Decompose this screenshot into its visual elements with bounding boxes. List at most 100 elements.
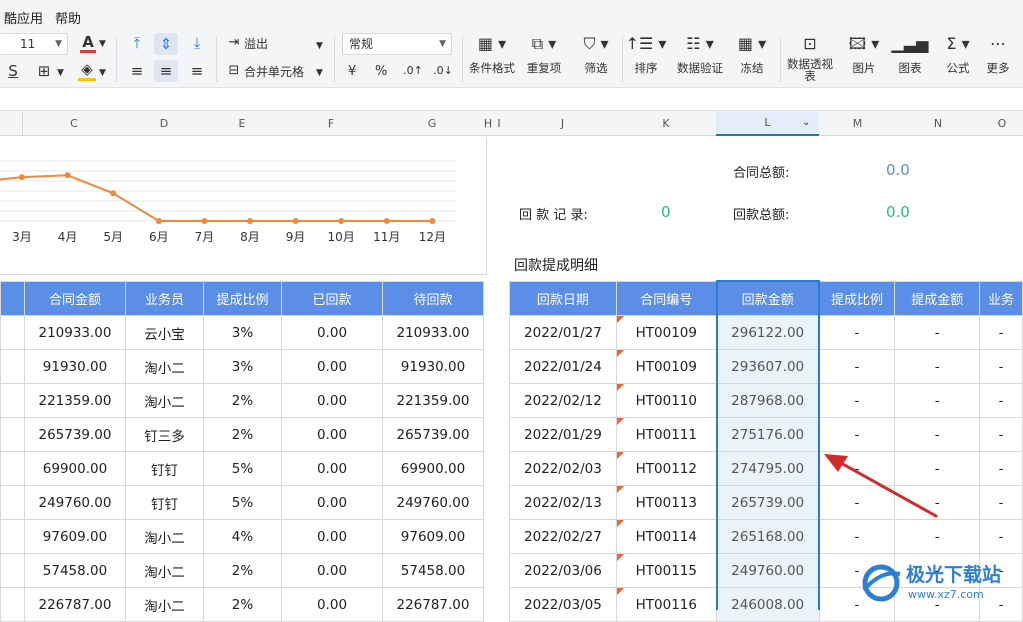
table-cell[interactable]: 57458.00 [24, 553, 126, 588]
table-cell[interactable]: 265168.00 [715, 519, 820, 554]
chevron-down-icon[interactable]: ▼ [316, 64, 323, 82]
decimal-decrease-icon[interactable]: .0↓ [432, 62, 454, 80]
row-lead-cell[interactable] [0, 315, 25, 350]
overflow-label[interactable]: 溢出 [244, 36, 268, 52]
column-header-cell[interactable]: 待回款 [382, 281, 484, 316]
table-cell[interactable]: - [818, 383, 896, 418]
column-header-cell[interactable]: 合同金额 [24, 281, 126, 316]
column-header-cell[interactable]: 回款金额 [715, 281, 820, 316]
table-cell[interactable]: - [979, 383, 1023, 418]
row-lead-cell[interactable] [0, 519, 25, 554]
column-header-e[interactable]: E [203, 117, 281, 130]
table-cell[interactable]: 4% [203, 519, 282, 554]
menu-item-help[interactable]: 帮助 [55, 8, 81, 27]
column-header-cell[interactable]: 业务员 [125, 281, 204, 316]
table-cell[interactable]: 210933.00 [24, 315, 126, 350]
strikethrough-icon[interactable]: S [5, 62, 21, 80]
table-cell[interactable]: 0.00 [281, 315, 383, 350]
table-cell[interactable]: 0.00 [281, 451, 383, 486]
chart-point[interactable] [64, 172, 71, 179]
fill-color-icon[interactable]: ◈ [78, 60, 96, 81]
table-cell[interactable]: 3% [203, 315, 282, 350]
column-header-d[interactable]: D [125, 117, 203, 130]
table-cell[interactable]: 0.00 [281, 587, 383, 622]
align-middle-icon[interactable]: ⇕ [154, 33, 178, 55]
font-color-icon[interactable]: A [80, 34, 96, 53]
table-cell[interactable]: 221359.00 [382, 383, 484, 418]
currency-button[interactable]: ¥ [348, 64, 356, 80]
table-cell[interactable]: 226787.00 [24, 587, 126, 622]
monthly-line-chart[interactable]: 3月 4月 5月 6月 7月 8月 9月 10月 11月 12月 [0, 137, 487, 275]
row-lead-cell[interactable] [0, 349, 25, 384]
table-cell[interactable]: 2022/01/24 [509, 349, 617, 384]
table-cell[interactable]: 249760.00 [715, 553, 820, 588]
chart-point[interactable] [247, 218, 253, 224]
table-cell[interactable]: 69900.00 [24, 451, 126, 486]
column-header-f[interactable]: F [281, 117, 381, 130]
pivot-table-button[interactable]: ⊡ 数据透视表 [781, 33, 839, 82]
column-header-o[interactable]: O [981, 117, 1023, 130]
table-cell[interactable]: 0.00 [281, 383, 383, 418]
table-cell[interactable]: 249760.00 [382, 485, 484, 520]
chart-point[interactable] [383, 218, 390, 224]
table-cell[interactable]: 3% [203, 349, 282, 384]
table-cell[interactable]: HT00113 [615, 485, 717, 520]
more-button[interactable]: ⋯ 更多 [968, 33, 1023, 75]
column-header-h[interactable]: H [482, 117, 494, 130]
chevron-down-icon[interactable]: ▼ [57, 64, 64, 82]
number-format-select[interactable]: 常规 ▼ [342, 33, 452, 55]
table-cell[interactable]: 246008.00 [715, 587, 820, 622]
table-cell[interactable]: 293607.00 [715, 349, 820, 384]
chevron-down-icon[interactable]: ▼ [99, 35, 106, 53]
table-cell[interactable]: 221359.00 [24, 383, 126, 418]
chevron-down-icon[interactable]: ▼ [316, 37, 323, 55]
table-cell[interactable]: 5% [203, 451, 282, 486]
table-cell[interactable]: 2022/02/12 [509, 383, 617, 418]
column-header-k[interactable]: K [616, 117, 716, 130]
align-bottom-icon[interactable]: ⤓ [188, 34, 206, 52]
font-size-select[interactable]: 11 ▼ [0, 33, 68, 55]
column-header-cell[interactable]: 提成比例 [203, 281, 282, 316]
table-cell[interactable]: 2% [203, 417, 282, 452]
table-cell[interactable]: 296122.00 [715, 315, 820, 350]
table-cell[interactable]: 265739.00 [715, 485, 820, 520]
table-cell[interactable]: HT00110 [615, 383, 717, 418]
table-cell[interactable]: 淘小二 [125, 553, 204, 588]
table-cell[interactable]: 274795.00 [715, 451, 820, 486]
column-header-l[interactable]: L ⌄ [716, 111, 819, 136]
table-cell[interactable]: - [894, 383, 981, 418]
table-cell[interactable]: - [979, 349, 1023, 384]
column-header-i[interactable]: I [494, 117, 504, 130]
table-cell[interactable]: HT00116 [615, 587, 717, 622]
table-cell[interactable]: 0.00 [281, 519, 383, 554]
table-cell[interactable]: 91930.00 [382, 349, 484, 384]
table-cell[interactable]: 0.00 [281, 417, 383, 452]
table-cell[interactable]: - [979, 519, 1023, 554]
table-cell[interactable]: 210933.00 [382, 315, 484, 350]
table-cell[interactable]: HT00109 [615, 315, 717, 350]
table-cell[interactable]: 249760.00 [24, 485, 126, 520]
merge-cells-label[interactable]: 合并单元格 [244, 64, 304, 80]
align-top-icon[interactable]: ⤒ [128, 34, 146, 52]
align-right-icon[interactable]: ≡ [188, 62, 206, 80]
duplicate-button[interactable]: ⧉ ▾ 重复项 [514, 33, 574, 75]
row-lead-cell[interactable] [0, 553, 25, 588]
chart-point[interactable] [110, 190, 117, 197]
table-cell[interactable]: 2022/01/27 [509, 315, 617, 350]
table-cell[interactable]: 226787.00 [382, 587, 484, 622]
table-cell[interactable]: 钉三多 [125, 417, 204, 452]
column-header-m[interactable]: M [820, 117, 895, 130]
table-cell[interactable]: 淘小二 [125, 519, 204, 554]
table-cell[interactable]: HT00114 [615, 519, 717, 554]
align-left-icon[interactable]: ≡ [128, 62, 146, 80]
table-cell[interactable]: 2022/01/29 [509, 417, 617, 452]
table-cell[interactable]: 275176.00 [715, 417, 820, 452]
table-cell[interactable]: - [894, 315, 981, 350]
table-cell[interactable]: 云小宝 [125, 315, 204, 350]
table-cell[interactable]: 0.00 [281, 349, 383, 384]
row-lead-cell[interactable] [0, 587, 25, 622]
table-cell[interactable]: 钉钉 [125, 485, 204, 520]
conditional-format-button[interactable]: ▦ ▾ 条件格式 [462, 33, 522, 75]
table-cell[interactable]: - [979, 485, 1023, 520]
column-header-cell[interactable]: 合同编号 [615, 281, 717, 316]
